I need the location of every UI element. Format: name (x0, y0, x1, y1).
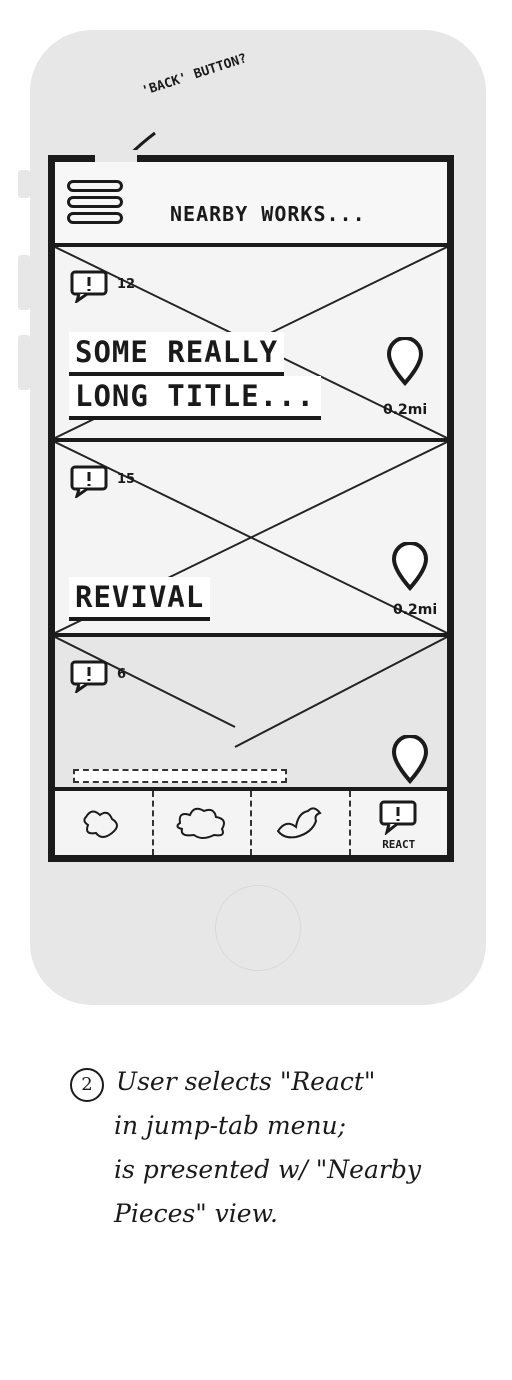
work-title: SOME REALLY LONG TITLE... (69, 332, 321, 420)
location-pin-icon (386, 337, 424, 387)
side-button (18, 255, 30, 310)
comment-count: 15 (117, 472, 136, 487)
comment-bubble-icon (70, 465, 108, 498)
cloud-shape-icon (176, 807, 225, 839)
distance-label: 0.2mi (383, 402, 428, 418)
page-title: NEARBY WORKS... (170, 202, 366, 226)
image-placeholder-cross (55, 637, 447, 748)
react-tab-label: REACT (382, 838, 416, 851)
tab-cloud[interactable] (154, 791, 252, 855)
comment-count: 12 (117, 277, 136, 292)
tab-bird[interactable] (252, 791, 351, 855)
jump-tab-bar: REACT (55, 787, 447, 855)
react-comment-icon (379, 800, 417, 835)
work-title: REVIVAL (69, 577, 211, 621)
work-title-line: LONG TITLE... (69, 376, 321, 420)
caption-line: is presented w/ "Nearby (114, 1155, 421, 1184)
caption-line: User selects "React" (116, 1067, 376, 1096)
comment-count: 6 (117, 667, 127, 682)
hamburger-menu-icon[interactable] (67, 180, 127, 236)
tab-react[interactable]: REACT (351, 791, 448, 855)
work-title-line: REVIVAL (69, 577, 211, 621)
work-list-item[interactable]: 12 SOME REALLY LONG TITLE... 0.2mi (55, 247, 447, 442)
app-header: NEARBY WORKS... (55, 162, 447, 247)
work-list-item[interactable]: 15 REVIVAL 0.2mi (55, 442, 447, 637)
tab-squiggle[interactable] (55, 791, 154, 855)
location-pin-icon (391, 542, 429, 592)
phone-screen: NEARBY WORKS... 12 SOME REALLY LONG TITL… (48, 155, 454, 862)
side-button (18, 335, 30, 390)
sketch-caption: 2 User selects "React" in jump-tab menu; … (70, 1060, 490, 1236)
title-placeholder-bar (73, 769, 287, 783)
distance-label: 0.2mi (393, 602, 438, 618)
work-title-line: SOME REALLY (69, 332, 285, 376)
back-button-gap (95, 150, 137, 162)
side-button (18, 170, 30, 198)
work-list-item[interactable]: 6 (55, 637, 447, 787)
comment-bubble-icon (70, 270, 108, 303)
bird-icon (277, 807, 322, 839)
step-number: 2 (70, 1068, 104, 1102)
squiggle-icon (83, 810, 119, 838)
home-button[interactable] (215, 885, 301, 971)
caption-line: Pieces" view. (114, 1199, 278, 1228)
location-pin-icon (391, 735, 429, 785)
comment-bubble-icon (70, 660, 108, 693)
caption-line: in jump-tab menu; (114, 1111, 347, 1140)
